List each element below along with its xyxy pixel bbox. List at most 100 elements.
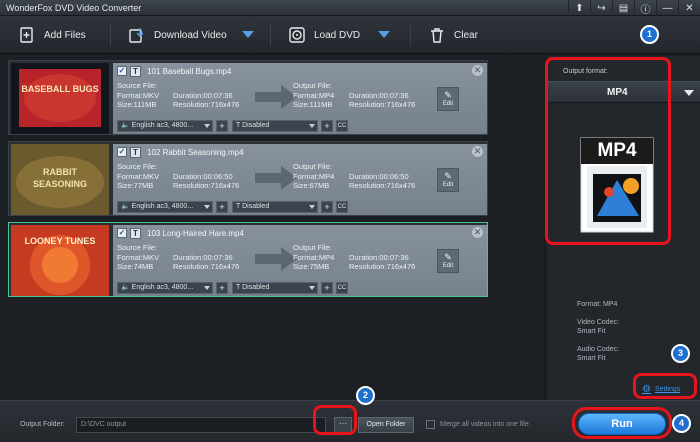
load-dvd-button[interactable]: Load DVD: [288, 16, 360, 54]
close-icon[interactable]: ✕: [472, 227, 483, 238]
close-button[interactable]: ✕: [678, 0, 700, 16]
track-bar: 🔈 English ac3, 4800... + T Disabled + CC: [117, 120, 348, 132]
output-resolution: Resolution:716x476: [349, 262, 416, 272]
edit-button[interactable]: ✎ Edit: [437, 87, 459, 111]
close-icon[interactable]: ✕: [472, 146, 483, 157]
merge-option[interactable]: Merge all videos into one file.: [426, 420, 531, 429]
item-checkbox[interactable]: ✓: [117, 66, 127, 76]
browse-button[interactable]: ···: [334, 417, 352, 433]
video-thumbnail: BASEBALL BUGS: [11, 63, 109, 134]
info-icon[interactable]: ⓘ: [634, 0, 656, 16]
window-controls: ⬆ ↪ ▤ ⓘ — ✕: [568, 0, 700, 16]
file-name: 101 Baseball Bugs.mp4: [147, 66, 232, 76]
cc-button[interactable]: CC: [336, 201, 348, 213]
step-badge-4: 4: [672, 414, 691, 433]
audio-track-select[interactable]: 🔈 English ac3, 4800...: [117, 201, 213, 213]
audio-codec-label: Audio Codec:: [577, 346, 620, 353]
output-label: Output File:: [293, 81, 332, 90]
add-audio-button[interactable]: +: [216, 120, 228, 132]
output-format: Format:MP4: [293, 252, 335, 262]
edit-icon: ✎: [444, 171, 452, 181]
track-bar: 🔈 English ac3, 4800... + T Disabled + CC: [117, 282, 348, 294]
minimize-button[interactable]: —: [656, 0, 678, 16]
output-duration: Duration:00:07:36: [349, 252, 409, 262]
add-subtitle-button[interactable]: +: [321, 282, 333, 294]
file-info-panel: ✕ ✓ T 101 Baseball Bugs.mp4 Source File:…: [113, 63, 487, 134]
output-format-select[interactable]: MP4: [547, 81, 700, 103]
output-size: Size:67MB: [293, 181, 330, 191]
output-info: Output File: Format:MP4 Size:75MB: [293, 243, 334, 272]
track-bar: 🔈 English ac3, 4800... + T Disabled + CC: [117, 201, 348, 213]
open-folder-button[interactable]: Open Folder: [358, 417, 414, 433]
edit-button[interactable]: ✎ Edit: [437, 168, 459, 192]
audio-track-select[interactable]: 🔈 English ac3, 4800...: [117, 120, 213, 132]
cc-button[interactable]: CC: [336, 120, 348, 132]
output-info-2: Duration:00:06:50 Resolution:716x476: [349, 172, 415, 191]
add-subtitle-button[interactable]: +: [321, 201, 333, 213]
file-list: BASEBALL BUGS ✕ ✓ T 101 Baseball Bugs.mp…: [0, 55, 544, 400]
download-video-button[interactable]: Download Video: [128, 16, 227, 54]
subtitle-select[interactable]: T Disabled: [232, 282, 318, 294]
chevron-down-icon: [204, 205, 210, 209]
subtitle-select[interactable]: T Disabled: [232, 201, 318, 213]
edit-icon: ✎: [444, 90, 452, 100]
feedback-icon[interactable]: ▤: [612, 0, 634, 16]
audio-track-select[interactable]: 🔈 English ac3, 4800...: [117, 282, 213, 294]
clear-button[interactable]: Clear: [428, 16, 478, 54]
subtitle-select[interactable]: T Disabled: [232, 120, 318, 132]
output-size: Size:75MB: [293, 262, 330, 272]
list-item[interactable]: RABBIT SEASONING ✕ ✓ T 102 Rabbit Season…: [8, 141, 488, 216]
share-icon[interactable]: ↪: [590, 0, 612, 16]
edit-label: Edit: [442, 182, 454, 188]
chevron-down-icon: [309, 124, 315, 128]
download-video-label: Download Video: [154, 29, 227, 41]
output-resolution: Resolution:716x476: [349, 100, 416, 110]
edit-button[interactable]: ✎ Edit: [437, 249, 459, 273]
settings-link[interactable]: ⚙ Settings: [642, 384, 680, 395]
output-folder-input[interactable]: D:\DVC output: [76, 417, 326, 433]
source-format: Format:MKV: [117, 171, 160, 181]
output-folder-label: Output Folder:: [20, 421, 65, 428]
rename-icon[interactable]: T: [130, 227, 141, 239]
source-duration: Duration:00:07:36: [173, 90, 233, 100]
item-checkbox[interactable]: ✓: [117, 147, 127, 157]
add-subtitle-button[interactable]: +: [321, 120, 333, 132]
source-info: Source File: Format:MKV Size:111MB: [117, 81, 159, 110]
thumbnail-title: BASEBALL BUGS: [21, 84, 99, 94]
close-icon[interactable]: ✕: [472, 65, 483, 76]
add-audio-button[interactable]: +: [216, 282, 228, 294]
list-item[interactable]: LOONEY TUNES ✕ ✓ T 103 Long-Haired Hare.…: [8, 222, 488, 297]
merge-checkbox[interactable]: [426, 420, 435, 429]
chevron-down-icon[interactable]: [242, 31, 254, 38]
output-info: Output File: Format:MP4 Size:111MB: [293, 81, 334, 110]
download-icon: [128, 26, 146, 44]
run-button[interactable]: Run: [578, 413, 666, 435]
file-header: ✓ T 103 Long-Haired Hare.mp4: [117, 227, 244, 239]
source-label: Source File:: [117, 162, 158, 171]
file-header: ✓ T 102 Rabbit Seasoning.mp4: [117, 146, 244, 158]
upload-icon[interactable]: ⬆: [568, 0, 590, 16]
audio-track-value: English ac3, 4800...: [131, 203, 194, 210]
source-info: Source File: Format:MKV Size:77MB: [117, 162, 159, 191]
thumbnail-title: LOONEY TUNES: [24, 236, 96, 246]
chevron-down-icon[interactable]: [378, 31, 390, 38]
file-info-panel: ✕ ✓ T 103 Long-Haired Hare.mp4 Source Fi…: [113, 225, 487, 296]
source-format: Format:MKV: [117, 252, 160, 262]
audio-codec-value: Smart Fit: [577, 355, 606, 362]
add-files-button[interactable]: Add Files: [18, 16, 86, 54]
mp4-format-icon[interactable]: MP4: [579, 136, 655, 234]
chevron-down-icon: [204, 124, 210, 128]
output-info: Output File: Format:MP4 Size:67MB: [293, 162, 334, 191]
toolbar-divider: [270, 24, 271, 46]
step-badge-1: 1: [640, 25, 659, 44]
output-size: Size:111MB: [293, 100, 333, 110]
output-duration: Duration:00:06:50: [349, 171, 409, 181]
rename-icon[interactable]: T: [130, 146, 141, 158]
list-item[interactable]: BASEBALL BUGS ✕ ✓ T 101 Baseball Bugs.mp…: [8, 60, 488, 135]
add-files-label: Add Files: [44, 29, 86, 41]
rename-icon[interactable]: T: [130, 65, 141, 77]
add-audio-button[interactable]: +: [216, 201, 228, 213]
cc-button[interactable]: CC: [336, 282, 348, 294]
item-checkbox[interactable]: ✓: [117, 228, 127, 238]
file-info-panel: ✕ ✓ T 102 Rabbit Seasoning.mp4 Source Fi…: [113, 144, 487, 215]
